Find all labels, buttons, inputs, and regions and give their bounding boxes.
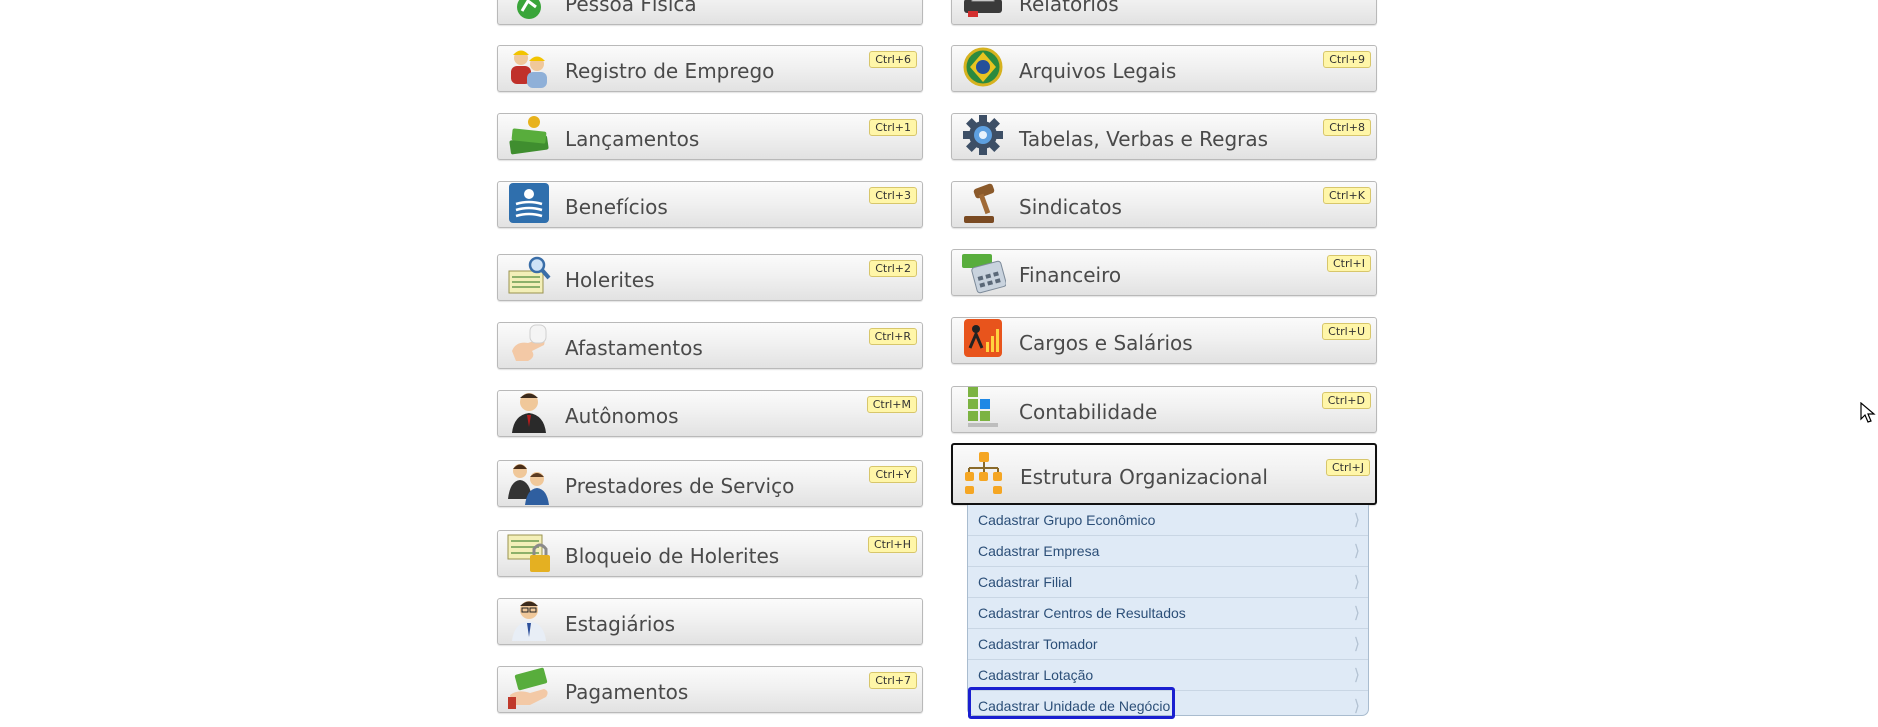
submenu-item-cadastrar-tomador[interactable]: Cadastrar Tomador ⟩ <box>968 629 1368 660</box>
menu-button-prestadores-de-servico[interactable]: Prestadores de Serviço Ctrl+Y <box>497 460 923 507</box>
accounting-blocks-icon <box>960 384 1006 432</box>
shortcut-badge: Ctrl+J <box>1325 459 1370 476</box>
menu-button-label: Benefícios <box>565 195 668 219</box>
menu-button-tabelas-verbas-e-regras[interactable]: Tabelas, Verbas e Regras Ctrl+8 <box>951 113 1377 160</box>
menu-button-pagamentos[interactable]: Pagamentos Ctrl+7 <box>497 666 923 713</box>
menu-button-beneficios[interactable]: Benefícios Ctrl+3 <box>497 181 923 228</box>
printer-icon <box>960 0 1006 24</box>
brazil-seal-icon <box>960 43 1006 91</box>
submenu-item-cadastrar-unidade-de-negocio[interactable]: Cadastrar Unidade de Negócio ⟩ <box>968 691 1368 722</box>
shortcut-badge: Ctrl+U <box>1322 323 1371 340</box>
menu-button-label: Bloqueio de Holerites <box>565 544 780 568</box>
gavel-icon <box>960 179 1006 227</box>
menu-button-pessoa-fisica[interactable]: Pessoa Física <box>497 0 923 25</box>
shortcut-badge: Ctrl+9 <box>1323 51 1371 68</box>
menu-button-label: Financeiro <box>1019 263 1122 287</box>
submenu-item-cadastrar-grupo-economico[interactable]: Cadastrar Grupo Econômico ⟩ <box>968 505 1368 536</box>
chevron-right-icon: ⟩ <box>1353 574 1360 591</box>
menu-button-afastamentos[interactable]: Afastamentos Ctrl+R <box>497 322 923 369</box>
gear-icon <box>960 111 1006 159</box>
submenu-item-label: Cadastrar Lotação <box>978 667 1094 683</box>
payslip-search-icon <box>506 252 552 300</box>
businessman-icon <box>506 388 552 436</box>
shortcut-badge: Ctrl+8 <box>1323 119 1371 136</box>
submenu-item-cadastrar-filial[interactable]: Cadastrar Filial ⟩ <box>968 567 1368 598</box>
menu-button-label: Pagamentos <box>565 680 689 704</box>
calculator-money-icon <box>960 247 1006 295</box>
padlock-icon <box>506 528 552 576</box>
submenu-item-label: Cadastrar Filial <box>978 574 1073 590</box>
submenu-item-label: Cadastrar Empresa <box>978 543 1100 559</box>
menu-button-label: Registro de Emprego <box>565 59 775 83</box>
shortcut-badge: Ctrl+1 <box>869 119 917 136</box>
menu-button-lancamentos[interactable]: Lançamentos Ctrl+1 <box>497 113 923 160</box>
shortcut-badge: Ctrl+6 <box>869 51 917 68</box>
menu-button-holerites[interactable]: Holerites Ctrl+2 <box>497 254 923 301</box>
submenu-item-label: Cadastrar Grupo Econômico <box>978 512 1156 528</box>
menu-button-relatorios[interactable]: Relatórios <box>951 0 1377 25</box>
workers-icon <box>506 43 552 91</box>
menu-button-estagiarios[interactable]: Estagiários <box>497 598 923 645</box>
menu-button-cargos-e-salarios[interactable]: Cargos e Salários Ctrl+U <box>951 317 1377 364</box>
shortcut-badge: Ctrl+D <box>1321 392 1371 409</box>
shortcut-badge: Ctrl+Y <box>869 466 917 483</box>
person-green-icon <box>506 0 552 24</box>
submenu-item-label: Cadastrar Centros de Resultados <box>978 605 1186 621</box>
menu-button-bloqueio-de-holerites[interactable]: Bloqueio de Holerites Ctrl+H <box>497 530 923 577</box>
shortcut-badge: Ctrl+R <box>868 328 917 345</box>
menu-button-label: Lançamentos <box>565 127 700 151</box>
menu-button-label: Prestadores de Serviço <box>565 474 795 498</box>
menu-button-contabilidade[interactable]: Contabilidade Ctrl+D <box>951 386 1377 433</box>
menu-button-label: Estrutura Organizacional <box>1020 465 1268 489</box>
menu-button-label: Relatórios <box>1019 0 1119 16</box>
bandaged-hand-icon <box>506 320 552 368</box>
menu-button-label: Arquivos Legais <box>1019 59 1177 83</box>
submenu-item-cadastrar-lotacao[interactable]: Cadastrar Lotação ⟩ <box>968 660 1368 691</box>
submenu-item-label: Cadastrar Unidade de Negócio <box>978 698 1171 714</box>
menu-button-label: Pessoa Física <box>565 0 697 16</box>
shortcut-badge: Ctrl+3 <box>869 187 917 204</box>
money-stack-icon <box>506 111 552 159</box>
chevron-right-icon: ⟩ <box>1353 698 1360 715</box>
org-chart-icon <box>961 449 1007 497</box>
menu-button-registro-de-emprego[interactable]: Registro de Emprego Ctrl+6 <box>497 45 923 92</box>
shortcut-badge: Ctrl+I <box>1326 255 1371 272</box>
menu-button-label: Tabelas, Verbas e Regras <box>1019 127 1269 151</box>
payment-hand-icon <box>506 664 552 712</box>
shortcut-badge: Ctrl+7 <box>869 672 917 689</box>
submenu-item-label: Cadastrar Tomador <box>978 636 1098 652</box>
mouse-cursor-icon <box>1860 402 1876 423</box>
chevron-right-icon: ⟩ <box>1353 667 1360 684</box>
menu-button-estrutura-organizacional[interactable]: Estrutura Organizacional Ctrl+J <box>951 443 1377 505</box>
menu-button-label: Estagiários <box>565 612 676 636</box>
menu-button-label: Afastamentos <box>565 336 703 360</box>
menu-button-financeiro[interactable]: Financeiro Ctrl+I <box>951 249 1377 296</box>
growth-chart-icon <box>960 315 1006 363</box>
shortcut-badge: Ctrl+M <box>866 396 917 413</box>
menu-button-label: Contabilidade <box>1019 400 1158 424</box>
menu-button-label: Cargos e Salários <box>1019 331 1193 355</box>
menu-button-label: Holerites <box>565 268 655 292</box>
menu-button-label: Sindicatos <box>1019 195 1122 219</box>
shortcut-badge: Ctrl+H <box>867 536 917 553</box>
menu-button-label: Autônomos <box>565 404 679 428</box>
benefits-icon <box>506 179 552 227</box>
submenu-item-cadastrar-empresa[interactable]: Cadastrar Empresa ⟩ <box>968 536 1368 567</box>
chevron-right-icon: ⟩ <box>1353 605 1360 622</box>
menu-button-sindicatos[interactable]: Sindicatos Ctrl+K <box>951 181 1377 228</box>
estrutura-organizacional-submenu: Cadastrar Grupo Econômico ⟩ Cadastrar Em… <box>967 505 1369 716</box>
shortcut-badge: Ctrl+K <box>1322 187 1371 204</box>
chevron-right-icon: ⟩ <box>1353 636 1360 653</box>
chevron-right-icon: ⟩ <box>1353 512 1360 529</box>
menu-button-arquivos-legais[interactable]: Arquivos Legais Ctrl+9 <box>951 45 1377 92</box>
service-providers-icon <box>506 458 552 506</box>
shortcut-badge: Ctrl+2 <box>869 260 917 277</box>
submenu-item-cadastrar-centros-de-resultados[interactable]: Cadastrar Centros de Resultados ⟩ <box>968 598 1368 629</box>
intern-icon <box>506 596 552 644</box>
menu-button-autonomos[interactable]: Autônomos Ctrl+M <box>497 390 923 437</box>
chevron-right-icon: ⟩ <box>1353 543 1360 560</box>
